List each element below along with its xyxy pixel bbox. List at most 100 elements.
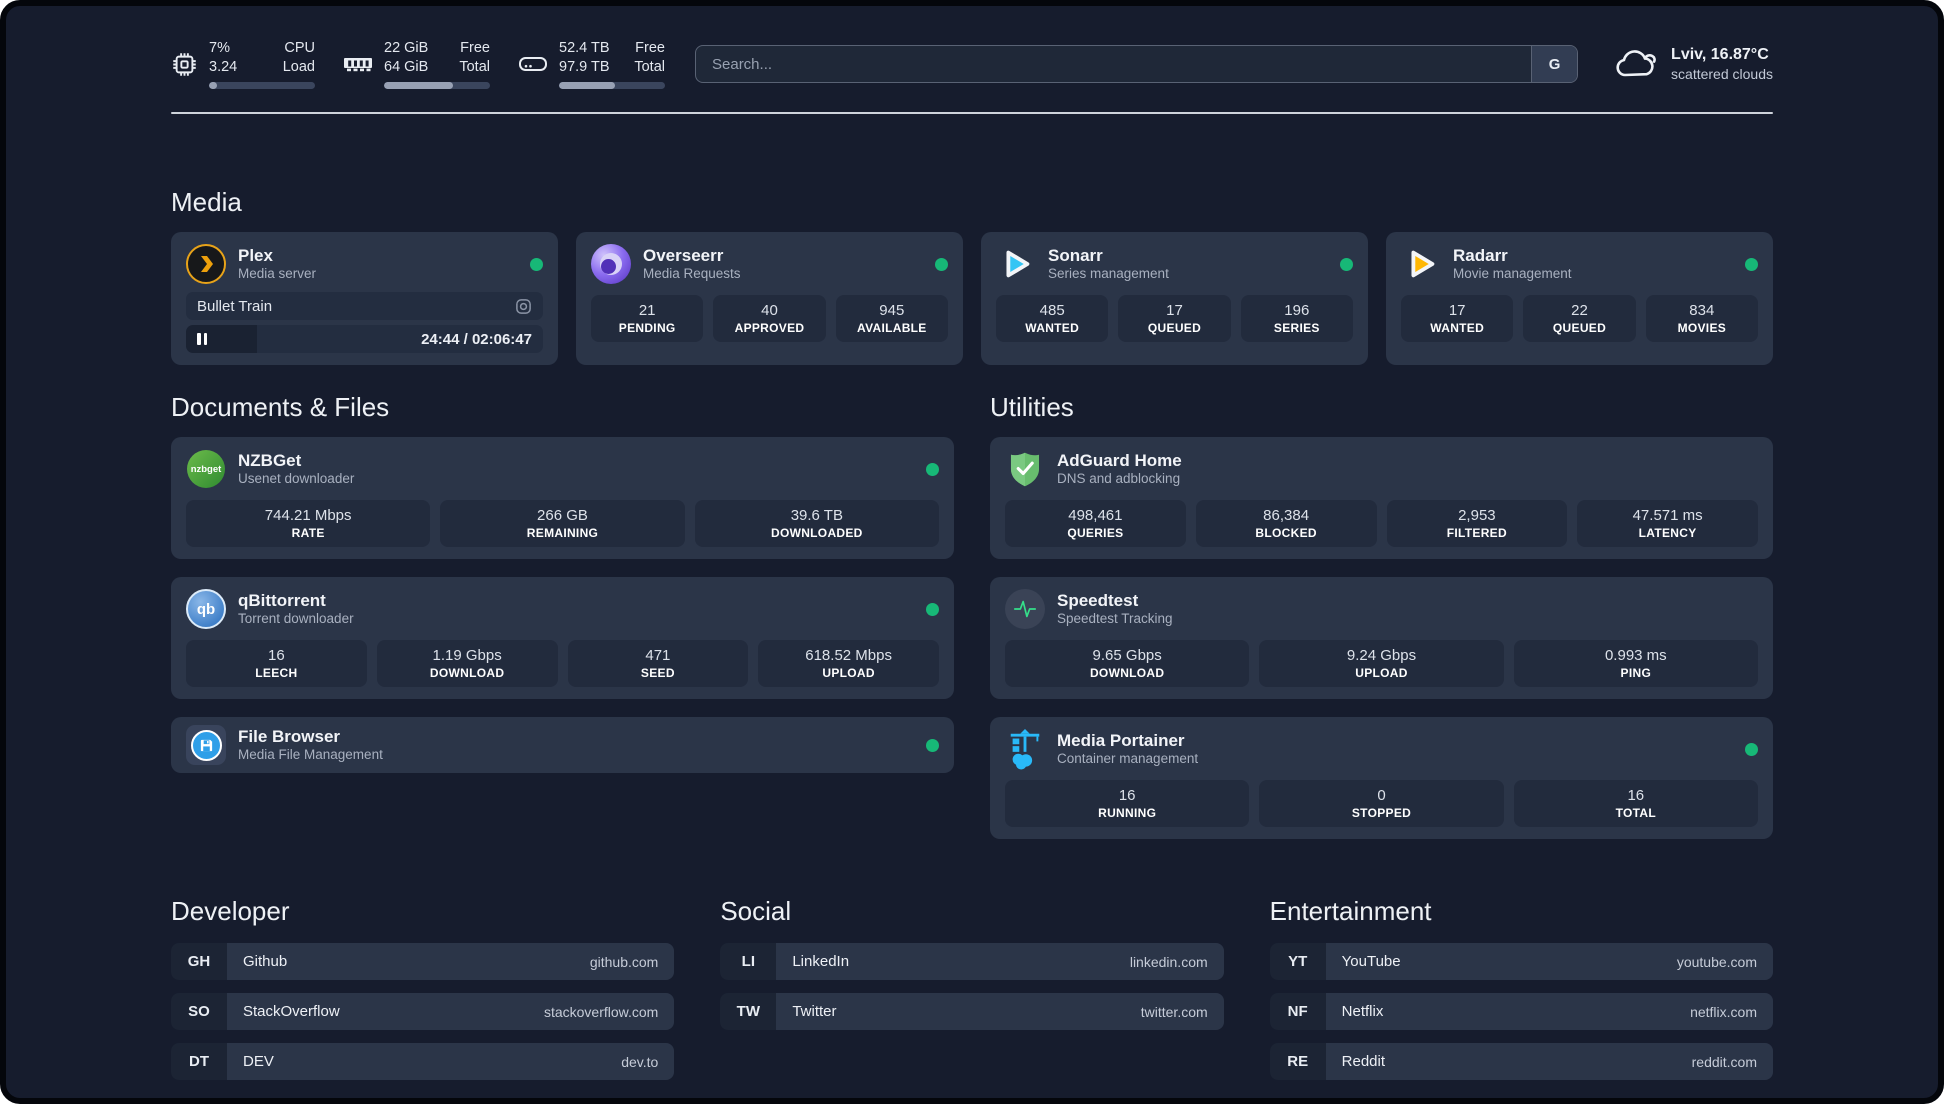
- app-card-overseerr[interactable]: Overseerr Media Requests 21 PENDING 40 APPR…: [576, 232, 963, 365]
- app-name: File Browser: [238, 726, 341, 746]
- bookmark-url: stackoverflow.com: [543, 1003, 659, 1020]
- app-subtitle: Media Requests: [643, 266, 741, 282]
- app-subtitle: Media server: [238, 266, 317, 282]
- bookmark-url: youtube.com: [1676, 953, 1757, 970]
- stat-label: STOPPED: [1351, 806, 1412, 820]
- bookmark-item[interactable]: GH Github github.com: [171, 943, 675, 980]
- stat-box: 47.571 ms LATENCY: [1577, 500, 1758, 547]
- bookmark-name: StackOverflow: [243, 1003, 340, 1020]
- app-card-portainer[interactable]: Media Portainer Container management 16 R…: [990, 717, 1773, 839]
- header-divider: [171, 112, 1773, 114]
- weather-condition: scattered clouds: [1671, 66, 1773, 83]
- bookmark-item[interactable]: YT YouTube youtube.com: [1269, 943, 1773, 980]
- stat-label: MOVIES: [1677, 321, 1727, 335]
- bookmark-item[interactable]: NF Netflix netflix.com: [1269, 993, 1773, 1030]
- bookmark-group-developer: Developer GH Github github.com SO StackOverf…: [171, 895, 675, 1080]
- media-section: Media Plex Media server Bullet Train 24:…: [171, 186, 1773, 365]
- stat-label: RUNNING: [1098, 806, 1157, 820]
- bookmark-group-title: Social: [720, 896, 792, 926]
- top-bar: 7% 3.24 CPU Load 22 GiB 64 GiB Free Tota…: [171, 38, 1773, 90]
- stat-label: RATE: [291, 526, 325, 540]
- bookmark-item[interactable]: TW Twitter twitter.com: [720, 993, 1224, 1030]
- cloud-icon: [1612, 46, 1658, 82]
- app-card-nzbget[interactable]: nzbget NZBGet Usenet downloader 744.21 M…: [171, 437, 954, 559]
- search-input[interactable]: [696, 55, 1532, 73]
- status-dot: [530, 257, 543, 271]
- bookmark-abbr: NF: [1269, 993, 1326, 1030]
- documents-section-title: Documents & Files: [171, 392, 390, 422]
- app-subtitle: Series management: [1048, 266, 1169, 282]
- stat-label: AVAILABLE: [857, 321, 927, 335]
- ram-free-label: Free: [460, 40, 490, 57]
- stat-value: 834: [1689, 302, 1715, 319]
- app-card-radarr[interactable]: Radarr Movie management 17 WANTED 22 QUEUED…: [1386, 232, 1773, 365]
- bookmark-item[interactable]: RE Reddit reddit.com: [1269, 1043, 1773, 1080]
- stat-box: 86,384 BLOCKED: [1195, 500, 1377, 547]
- plex-icon: [186, 244, 226, 284]
- bookmark-body: Github github.com: [227, 943, 675, 980]
- app-card-sonarr[interactable]: Sonarr Series management 485 WANTED 17 QUEU…: [981, 232, 1368, 365]
- search-engine-button[interactable]: G: [1531, 46, 1578, 82]
- cpu-load-label: Load: [282, 59, 315, 75]
- stat-box: 744.21 Mbps RATE: [186, 500, 431, 547]
- status-dot: [935, 257, 948, 271]
- portainer-crane-icon: [1005, 729, 1045, 770]
- app-card-plex[interactable]: Plex Media server Bullet Train 24:44 / 0…: [171, 232, 558, 365]
- stat-value: 945: [879, 302, 905, 319]
- stat-label: WANTED: [1025, 321, 1080, 335]
- app-card-qbittorrent[interactable]: qb qBittorrent Torrent downloader 16 LEEC…: [171, 577, 954, 699]
- bookmark-item[interactable]: DT DEV dev.to: [171, 1043, 675, 1080]
- nzbget-icon: nzbget: [186, 449, 226, 489]
- disk-progress-track: [559, 81, 665, 89]
- app-card-filebrowser[interactable]: File Browser Media File Management: [171, 717, 954, 773]
- cpu-load-value: 3.24: [209, 59, 238, 75]
- pause-button[interactable]: [197, 333, 207, 345]
- ram-total-label: Total: [459, 59, 490, 75]
- stat-value: 9.65 Gbps: [1092, 647, 1162, 664]
- adguard-shield-icon: [1005, 449, 1045, 489]
- app-name: NZBGet: [238, 450, 302, 470]
- bookmark-abbr: RE: [1269, 1043, 1326, 1080]
- bookmark-url: reddit.com: [1691, 1053, 1757, 1070]
- bookmark-body: DEV dev.to: [227, 1043, 675, 1080]
- status-dot: [1745, 742, 1758, 756]
- status-dot: [1745, 257, 1758, 271]
- stat-box: 22 QUEUED: [1523, 295, 1636, 342]
- app-name: Radarr: [1453, 245, 1508, 265]
- stat-box: 2,953 FILTERED: [1386, 500, 1568, 547]
- disk-total-label: Total: [634, 59, 665, 75]
- status-dot: [1340, 257, 1353, 271]
- ram-icon: [343, 53, 373, 75]
- session-icon: [515, 298, 532, 315]
- stat-label: SEED: [640, 666, 675, 680]
- stat-box: 618.52 Mbps UPLOAD: [758, 640, 939, 687]
- disk-free-value: 52.4 TB: [559, 40, 610, 57]
- stat-label: PENDING: [618, 321, 676, 335]
- bookmark-group-title: Developer: [171, 896, 290, 926]
- stat-label: FILTERED: [1446, 526, 1507, 540]
- bookmark-name: Twitter: [792, 1003, 837, 1020]
- disk-metric: 52.4 TB 97.9 TB Free Total: [518, 39, 665, 89]
- ram-progress-fill: [384, 81, 453, 89]
- cpu-metric: 7% 3.24 CPU Load: [171, 39, 315, 89]
- app-subtitle: Speedtest Tracking: [1057, 611, 1173, 627]
- bookmark-name: Netflix: [1341, 1003, 1384, 1020]
- cpu-progress-fill: [209, 81, 218, 89]
- bookmark-body: LinkedIn linkedin.com: [776, 943, 1224, 980]
- app-card-adguard[interactable]: AdGuard Home DNS and adblocking 498,461 Q…: [990, 437, 1773, 559]
- bookmark-item[interactable]: LI LinkedIn linkedin.com: [720, 943, 1224, 980]
- stat-box: 9.65 Gbps DOWNLOAD: [1005, 640, 1250, 687]
- bookmark-item[interactable]: SO StackOverflow stackoverflow.com: [171, 993, 675, 1030]
- stat-value: 485: [1039, 302, 1065, 319]
- stat-box: 945 AVAILABLE: [835, 295, 948, 342]
- disk-icon: [518, 53, 548, 75]
- app-card-speedtest[interactable]: Speedtest Speedtest Tracking 9.65 Gbps DO…: [990, 577, 1773, 699]
- stat-box: 485 WANTED: [996, 295, 1109, 342]
- app-name: Overseerr: [643, 245, 724, 265]
- bookmark-url: netflix.com: [1690, 1003, 1757, 1020]
- bookmark-url: dev.to: [621, 1053, 659, 1070]
- stat-value: 16: [1118, 787, 1136, 804]
- now-playing-title: Bullet Train: [197, 297, 273, 315]
- ram-metric: 22 GiB 64 GiB Free Total: [343, 39, 490, 89]
- stat-value: 1.19 Gbps: [432, 647, 502, 664]
